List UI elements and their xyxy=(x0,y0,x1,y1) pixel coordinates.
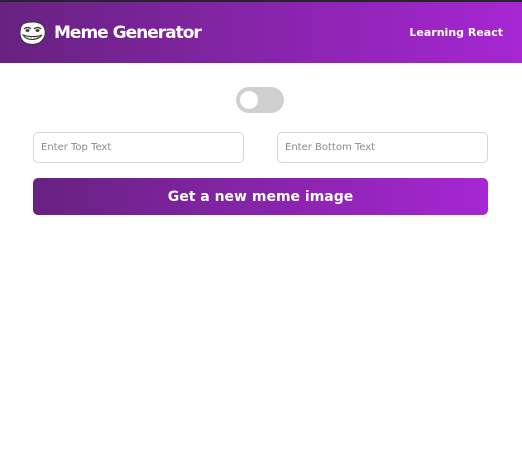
bottom-text-input[interactable] xyxy=(277,132,488,163)
toggle-knob xyxy=(240,91,258,109)
mode-toggle[interactable] xyxy=(236,87,284,113)
app-title: Meme Generator xyxy=(54,22,202,43)
app-header: Meme Generator Learning React xyxy=(0,2,522,63)
troll-face-icon xyxy=(19,20,46,45)
top-text-input[interactable] xyxy=(33,132,244,163)
get-new-meme-button[interactable]: Get a new meme image xyxy=(33,178,488,215)
brand: Meme Generator xyxy=(18,20,202,45)
header-right-text: Learning React xyxy=(409,26,503,39)
meme-form: Get a new meme image xyxy=(0,63,522,462)
